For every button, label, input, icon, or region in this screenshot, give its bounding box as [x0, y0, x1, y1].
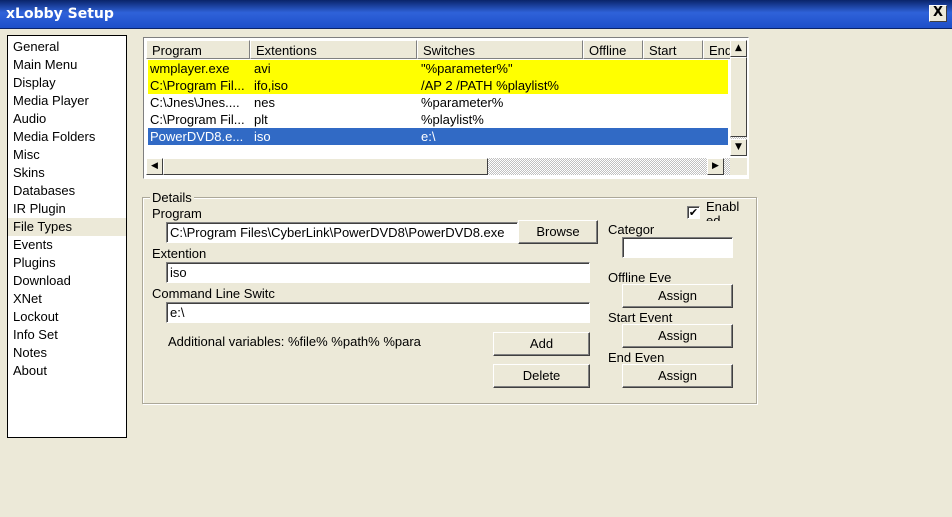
nav-item-main-menu[interactable]: Main Menu: [8, 56, 126, 74]
vertical-scrollbar-thumb[interactable]: [730, 57, 747, 137]
extention-label: Extention: [152, 246, 207, 261]
cell-extentions: ifo,iso: [254, 78, 288, 93]
nav-item-skins[interactable]: Skins: [8, 164, 126, 182]
extention-field[interactable]: iso: [166, 262, 590, 283]
end-event-assign-button[interactable]: Assign: [622, 364, 733, 388]
offline-event-label: Offline Eve: [608, 270, 672, 285]
settings-category-list[interactable]: General Main Menu Display Media Player A…: [7, 35, 127, 438]
nav-item-events[interactable]: Events: [8, 236, 126, 254]
program-path-field[interactable]: C:\Program Files\CyberLink\PowerDVD8\Pow…: [166, 222, 518, 243]
nav-item-audio[interactable]: Audio: [8, 110, 126, 128]
nav-item-media-folders[interactable]: Media Folders: [8, 128, 126, 146]
command-line-label: Command Line Switc: [152, 286, 275, 301]
nav-item-xnet[interactable]: XNet: [8, 290, 126, 308]
scroll-up-icon[interactable]: ▲: [730, 40, 747, 57]
nav-item-file-types[interactable]: File Types: [8, 218, 126, 236]
cell-switches: e:\: [421, 129, 436, 144]
cell-extentions: avi: [254, 61, 271, 76]
add-button[interactable]: Add: [493, 332, 590, 356]
nav-item-info-set[interactable]: Info Set: [8, 326, 126, 344]
nav-item-ir-plugin[interactable]: IR Plugin: [8, 200, 126, 218]
nav-item-plugins[interactable]: Plugins: [8, 254, 126, 272]
scroll-left-icon[interactable]: ◀: [146, 158, 163, 175]
cell-switches: %parameter%: [421, 95, 504, 110]
additional-variables-text: Additional variables: %file% %path% %par…: [168, 334, 421, 349]
category-field[interactable]: [622, 237, 733, 258]
file-types-table[interactable]: Program Extentions Switches Offline Star…: [143, 37, 749, 179]
cell-program: PowerDVD8.e...: [150, 129, 244, 144]
nav-item-display[interactable]: Display: [8, 74, 126, 92]
cell-switches: /AP 2 /PATH %playlist%: [421, 78, 559, 93]
details-legend: Details: [150, 190, 194, 205]
nav-item-lockout[interactable]: Lockout: [8, 308, 126, 326]
enabled-label: Enabled: [706, 199, 740, 222]
cell-program: C:\Jnes\Jnes....: [150, 95, 240, 110]
cell-switches: "%parameter%": [421, 61, 513, 76]
cell-program: wmplayer.exe: [150, 61, 230, 76]
end-event-label: End Even: [608, 350, 665, 365]
nav-item-misc[interactable]: Misc: [8, 146, 126, 164]
table-row[interactable]: wmplayer.exe avi "%parameter%": [148, 60, 728, 77]
scroll-right-icon[interactable]: ▶: [707, 158, 724, 175]
cell-extentions: nes: [254, 95, 275, 110]
cell-extentions: plt: [254, 112, 268, 127]
column-header-offline[interactable]: Offline: [583, 40, 643, 59]
cell-program: C:\Program Fil...: [150, 112, 245, 127]
table-header: Program Extentions Switches Offline Star…: [146, 40, 730, 59]
start-event-label: Start Event: [608, 310, 673, 325]
start-event-assign-button[interactable]: Assign: [622, 324, 733, 348]
column-header-end[interactable]: End: [703, 40, 730, 59]
cell-extentions: iso: [254, 129, 271, 144]
nav-item-databases[interactable]: Databases: [8, 182, 126, 200]
category-label: Categor: [608, 222, 655, 237]
column-header-switches[interactable]: Switches: [417, 40, 583, 59]
delete-button[interactable]: Delete: [493, 364, 590, 388]
close-icon[interactable]: X: [929, 5, 947, 22]
window-title: xLobby Setup: [6, 6, 114, 22]
nav-item-general[interactable]: General: [8, 38, 126, 56]
offline-event-assign-button[interactable]: Assign: [622, 284, 733, 308]
title-bar[interactable]: [0, 0, 952, 29]
scrollbar-corner: [730, 158, 747, 175]
cell-switches: %playlist%: [421, 112, 484, 127]
table-row[interactable]: C:\Program Fil... ifo,iso /AP 2 /PATH %p…: [148, 77, 728, 94]
cell-program: C:\Program Fil...: [150, 78, 245, 93]
enabled-label-clip: Enabled: [706, 197, 750, 222]
nav-item-about[interactable]: About: [8, 362, 126, 380]
column-header-program[interactable]: Program: [146, 40, 250, 59]
nav-item-download[interactable]: Download: [8, 272, 126, 290]
enabled-checkbox[interactable]: ✔: [687, 206, 700, 219]
scroll-down-icon[interactable]: ▼: [730, 139, 747, 156]
program-label: Program: [152, 206, 202, 221]
table-row[interactable]: C:\Jnes\Jnes.... nes %parameter%: [148, 94, 728, 111]
nav-item-notes[interactable]: Notes: [8, 344, 126, 362]
table-row-selected[interactable]: PowerDVD8.e... iso e:\: [148, 128, 728, 145]
nav-item-media-player[interactable]: Media Player: [8, 92, 126, 110]
table-row[interactable]: C:\Program Fil... plt %playlist%: [148, 111, 728, 128]
browse-button[interactable]: Browse: [518, 220, 598, 244]
column-header-extentions[interactable]: Extentions: [250, 40, 417, 59]
column-header-start[interactable]: Start: [643, 40, 703, 59]
command-line-field[interactable]: e:\: [166, 302, 590, 323]
horizontal-scrollbar-thumb[interactable]: [163, 158, 488, 175]
